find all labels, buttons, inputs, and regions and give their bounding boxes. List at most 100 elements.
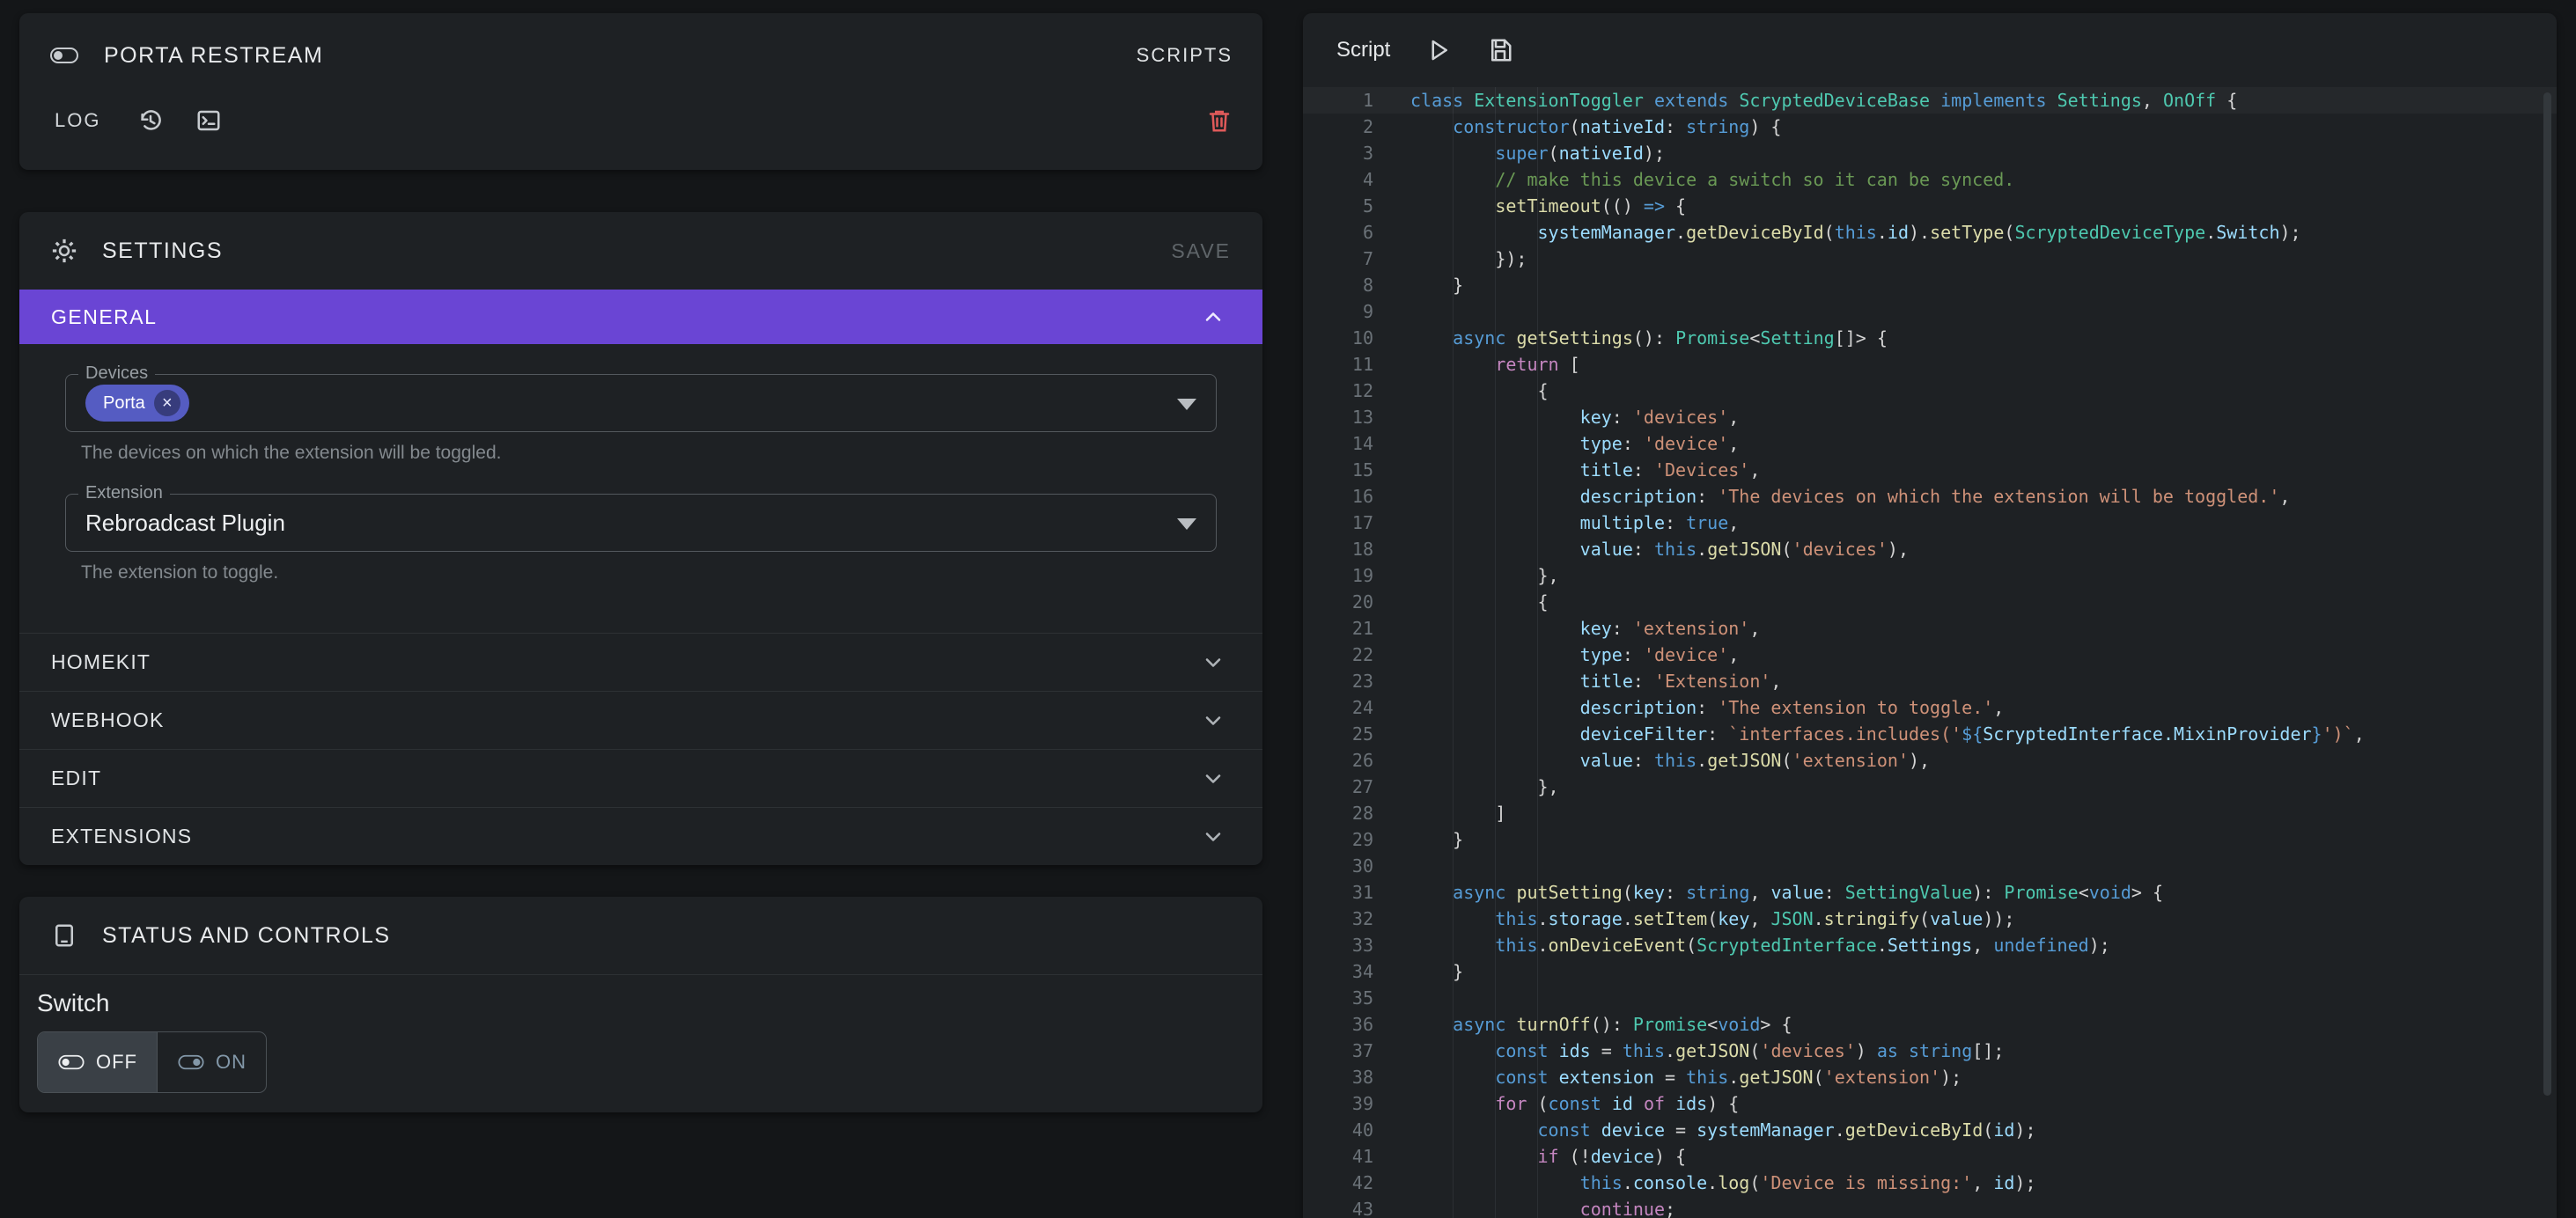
settings-section-row[interactable]: EXTENSIONS bbox=[19, 807, 1262, 865]
line-number: 24 bbox=[1303, 694, 1373, 721]
line-number: 1 bbox=[1303, 87, 1373, 114]
extension-select-value: Rebroadcast Plugin bbox=[85, 510, 285, 537]
code-line: 11 return [ bbox=[1303, 351, 2557, 378]
line-number: 40 bbox=[1303, 1117, 1373, 1143]
toggle-off-icon bbox=[57, 1053, 85, 1071]
device-chip[interactable]: Porta × bbox=[85, 385, 189, 422]
code-text: async getSettings(): Promise<Setting[]> … bbox=[1410, 325, 1888, 351]
line-number: 14 bbox=[1303, 430, 1373, 457]
status-header: STATUS AND CONTROLS bbox=[19, 897, 1262, 974]
editor-scrollbar[interactable] bbox=[2543, 92, 2551, 1096]
line-number: 5 bbox=[1303, 193, 1373, 219]
save-icon[interactable] bbox=[1487, 37, 1513, 63]
code-text: type: 'device', bbox=[1410, 642, 1739, 668]
line-number: 23 bbox=[1303, 668, 1373, 694]
devices-select-label: Devices bbox=[78, 363, 155, 384]
extension-select[interactable]: Extension Rebroadcast Plugin bbox=[65, 494, 1217, 552]
code-text: type: 'device', bbox=[1410, 430, 1739, 457]
code-text: description: 'The devices on which the e… bbox=[1410, 483, 2290, 510]
code-text: } bbox=[1410, 958, 1463, 985]
section-general[interactable]: GENERAL bbox=[19, 290, 1262, 344]
code-line: 39 for (const id of ids) { bbox=[1303, 1090, 2557, 1117]
breadcrumb-scripts[interactable]: SCRIPTS bbox=[1137, 44, 1233, 67]
gear-icon bbox=[51, 238, 77, 264]
dropdown-arrow-icon bbox=[1177, 518, 1196, 530]
code-line: 7 }); bbox=[1303, 246, 2557, 272]
code-text: const extension = this.getJSON('extensio… bbox=[1410, 1064, 1961, 1090]
code-line: 28 ] bbox=[1303, 800, 2557, 826]
settings-section-row[interactable]: HOMEKIT bbox=[19, 633, 1262, 691]
chevron-down-icon bbox=[1201, 767, 1225, 791]
trash-icon[interactable] bbox=[1206, 107, 1233, 134]
line-number: 20 bbox=[1303, 589, 1373, 615]
code-line: 25 deviceFilter: `interfaces.includes('$… bbox=[1303, 721, 2557, 747]
chip-remove-icon[interactable]: × bbox=[154, 390, 180, 416]
code-line: 19 }, bbox=[1303, 562, 2557, 589]
settings-title: SETTINGS bbox=[102, 238, 223, 264]
code-line: 36 async turnOff(): Promise<void> { bbox=[1303, 1011, 2557, 1038]
status-controls-card: STATUS AND CONTROLS Switch OFF bbox=[19, 897, 1262, 1112]
line-number: 6 bbox=[1303, 219, 1373, 246]
save-button[interactable]: SAVE bbox=[1171, 239, 1231, 263]
code-line: 6 systemManager.getDeviceById(this.id).s… bbox=[1303, 219, 2557, 246]
code-text: key: 'extension', bbox=[1410, 615, 1760, 642]
line-number: 42 bbox=[1303, 1170, 1373, 1196]
code-editor[interactable]: 1 class ExtensionToggler extends Scrypte… bbox=[1303, 87, 2557, 1218]
code-line: 22 type: 'device', bbox=[1303, 642, 2557, 668]
code-line: 37 const ids = this.getJSON('devices') a… bbox=[1303, 1038, 2557, 1064]
line-number: 10 bbox=[1303, 325, 1373, 351]
toggle-on-icon bbox=[177, 1053, 205, 1071]
code-text: this.onDeviceEvent(ScryptedInterface.Set… bbox=[1410, 932, 2110, 958]
line-number: 22 bbox=[1303, 642, 1373, 668]
code-text: value: this.getJSON('devices'), bbox=[1410, 536, 1909, 562]
code-text: if (!device) { bbox=[1410, 1143, 1686, 1170]
play-icon[interactable] bbox=[1425, 37, 1452, 63]
settings-section-row[interactable]: EDIT bbox=[19, 749, 1262, 807]
code-line: 42 this.console.log('Device is missing:'… bbox=[1303, 1170, 2557, 1196]
line-number: 39 bbox=[1303, 1090, 1373, 1117]
line-number: 3 bbox=[1303, 140, 1373, 166]
settings-section-row[interactable]: WEBHOOK bbox=[19, 691, 1262, 749]
code-line: 32 this.storage.setItem(key, JSON.string… bbox=[1303, 906, 2557, 932]
code-text: }, bbox=[1410, 774, 1559, 800]
code-text: const ids = this.getJSON('devices') as s… bbox=[1410, 1038, 2004, 1064]
line-number: 19 bbox=[1303, 562, 1373, 589]
device-header-card: PORTA RESTREAM SCRIPTS LOG bbox=[19, 13, 1262, 170]
code-line: 29 } bbox=[1303, 826, 2557, 853]
line-number: 12 bbox=[1303, 378, 1373, 404]
code-line: 43 continue; bbox=[1303, 1196, 2557, 1218]
code-line: 30 bbox=[1303, 853, 2557, 879]
line-number: 8 bbox=[1303, 272, 1373, 298]
switch-off-label: OFF bbox=[96, 1051, 137, 1074]
toggle-icon bbox=[49, 46, 79, 65]
code-line: 2 constructor(nativeId: string) { bbox=[1303, 114, 2557, 140]
console-icon[interactable] bbox=[195, 107, 222, 134]
switch-on-button[interactable]: ON bbox=[157, 1032, 266, 1092]
log-button[interactable]: LOG bbox=[49, 104, 106, 137]
code-line: 38 const extension = this.getJSON('exten… bbox=[1303, 1064, 2557, 1090]
history-icon[interactable] bbox=[137, 107, 164, 134]
code-line: 21 key: 'extension', bbox=[1303, 615, 2557, 642]
code-text: this.console.log('Device is missing:', i… bbox=[1410, 1170, 2036, 1196]
code-text: continue; bbox=[1410, 1196, 1675, 1218]
code-line: 20 { bbox=[1303, 589, 2557, 615]
code-line: 40 const device = systemManager.getDevic… bbox=[1303, 1117, 2557, 1143]
line-number: 11 bbox=[1303, 351, 1373, 378]
code-text: { bbox=[1410, 378, 1549, 404]
switch-off-button[interactable]: OFF bbox=[38, 1032, 157, 1092]
switch-button-group: OFF ON bbox=[37, 1031, 267, 1093]
code-text: deviceFilter: `interfaces.includes('${Sc… bbox=[1410, 721, 2365, 747]
code-text: } bbox=[1410, 826, 1463, 853]
code-line: 16 description: 'The devices on which th… bbox=[1303, 483, 2557, 510]
code-text: async turnOff(): Promise<void> { bbox=[1410, 1011, 1792, 1038]
device-icon bbox=[51, 922, 77, 949]
line-number: 25 bbox=[1303, 721, 1373, 747]
line-number: 36 bbox=[1303, 1011, 1373, 1038]
code-line: 27 }, bbox=[1303, 774, 2557, 800]
left-column: PORTA RESTREAM SCRIPTS LOG bbox=[19, 13, 1262, 1112]
code-line: 12 { bbox=[1303, 378, 2557, 404]
devices-select[interactable]: Devices Porta × bbox=[65, 374, 1217, 432]
line-number: 21 bbox=[1303, 615, 1373, 642]
section-general-label: GENERAL bbox=[51, 305, 157, 329]
status-title: STATUS AND CONTROLS bbox=[102, 923, 391, 949]
